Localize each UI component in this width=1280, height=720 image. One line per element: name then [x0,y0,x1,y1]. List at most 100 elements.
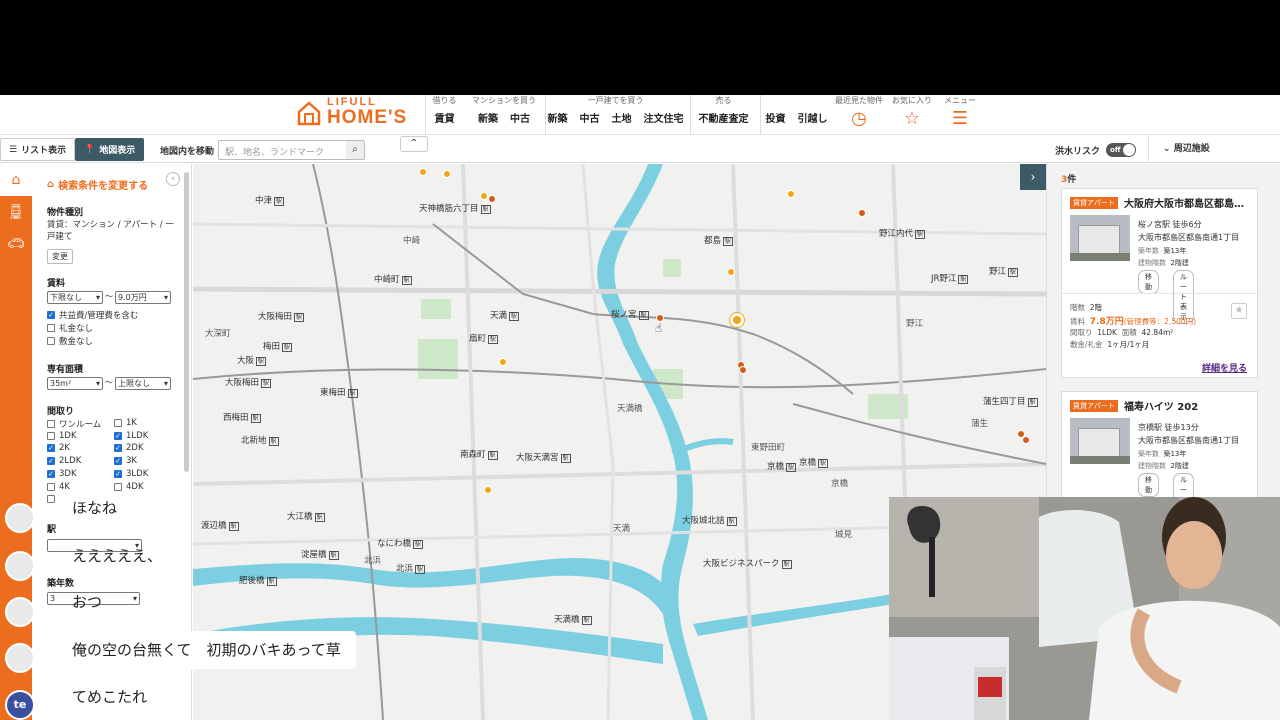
property-pin[interactable] [443,170,451,178]
nav-item-mansion-used[interactable]: 中古 [510,110,530,125]
nav-item-appraisal[interactable]: 不動産査定 [699,110,749,125]
include-fee-checkbox[interactable]: ✓ 共益費/管理費を含む [47,309,138,321]
property-pin[interactable] [739,366,747,374]
close-panel-icon[interactable]: ‹ [166,172,180,186]
age-label: 築年数 [1138,450,1159,458]
expand-results-button[interactable]: › [1020,164,1046,190]
map-label: 中崎 [403,236,421,246]
site-header: LIFULL HOME'S 借りる 賃貸 マンションを買う 新築 中古 一戸建てを… [0,95,1280,135]
property-title[interactable]: 福寿ハイツ 202 [1124,398,1254,413]
nearby-label: 周辺施設 [1173,144,1210,154]
no-key-money-checkbox[interactable]: 礼金なし [47,322,93,334]
checkbox-checked: ✓ [47,444,55,453]
filter-scrollbar[interactable] [184,172,189,472]
move-button[interactable]: 移動 [1138,270,1159,294]
layout-checkbox[interactable]: 1K [114,418,137,428]
nav-item-invest[interactable]: 投資 [766,110,786,125]
map-label: 京橋 [799,456,828,468]
property-title[interactable]: 大阪府大阪市都島区都島… [1124,195,1254,210]
property-pin[interactable] [727,268,735,276]
map-label: 大阪梅田 [258,310,304,322]
favorites-button[interactable]: お気に入り ☆ [892,95,932,130]
nav-item-house-new[interactable]: 新築 [548,110,568,125]
property-pin[interactable] [858,209,866,217]
recently-viewed-button[interactable]: 最近見た物件 ◷ [835,95,883,130]
map-label: 天満 [490,309,519,321]
checkbox [47,482,55,491]
property-pin-cluster[interactable] [730,313,744,327]
layout-checkbox[interactable]: ✓ 2K [47,443,70,453]
change-property-type-button[interactable]: 変更 [47,249,73,264]
car-icon[interactable]: 🚗︎ [0,228,32,260]
nav-caption: マンションを買う [472,96,536,105]
train-icon[interactable]: 🚆︎ [0,196,32,228]
site-logo[interactable]: LIFULL HOME'S [297,97,407,128]
chat-message: 俺の空の台無くて 初期のバキあって草 [57,631,356,669]
floor-value: 2階 [1089,303,1103,312]
area-min-select[interactable]: 35m² [47,377,103,390]
map-label: 城見 [835,530,853,540]
nav-caption: 借りる [432,96,457,105]
checkbox [47,431,55,440]
layout-extra-checkbox[interactable] [47,495,55,503]
nav-item-house-used[interactable]: 中古 [580,110,600,125]
rent-value: 7.8万円 [1089,317,1124,327]
checkbox [114,419,122,427]
favorite-star-icon[interactable]: ★ [1231,303,1247,319]
map-search-input[interactable]: 駅、地名、ランドマーク ⌕ [218,140,365,160]
no-deposit-checkbox[interactable]: 敷金なし [47,335,93,347]
chat-avatar [5,551,35,581]
property-pin[interactable] [480,192,488,200]
rent-max-select[interactable]: 9.0万円 [115,291,171,304]
logo-text-big: HOME'S [327,107,408,128]
home-icon[interactable]: ⌂ [0,164,32,196]
move-button[interactable]: 移動 [1138,473,1159,497]
property-pin[interactable] [499,358,507,366]
property-pin[interactable] [1022,436,1030,444]
map-label: 北浜 [396,562,425,574]
results-count: 3件 [1061,172,1076,185]
nav-item-mansion-new[interactable]: 新築 [478,110,498,125]
collapse-header-button[interactable]: ⌃ [400,136,428,152]
menu-button[interactable]: メニュー ☰ [940,95,980,130]
property-card[interactable]: 賃貸アパート 大阪府大阪市都島区都島… 桜ノ宮駅 徒歩6分 大阪市都島区都島南通… [1061,188,1258,378]
checkbox-label: ワンルーム [59,420,102,430]
nav-rent: 借りる 賃貸 [425,95,463,135]
property-photo[interactable] [1070,215,1130,261]
property-card[interactable]: 賃貸アパート 福寿ハイツ 202 京橋駅 徒歩13分 大阪市都島区都島南通1丁目… [1061,391,1258,527]
layout-checkbox[interactable]: ✓ 3LDK [114,469,148,479]
property-pin[interactable] [787,190,795,198]
layout-checkbox[interactable]: ✓ 3DK [47,469,77,479]
checkbox [47,495,55,503]
layout-checkbox[interactable]: ワンルーム [47,418,101,430]
webcam-overlay [889,497,1280,720]
map-label: なにわ橋 [377,537,423,549]
nav-item-custom-house[interactable]: 注文住宅 [644,110,684,125]
map-label: 京橋 [767,460,796,472]
property-pin[interactable] [484,486,492,494]
layout-checkbox[interactable]: ✓ 1LDK [114,431,148,441]
flood-risk-toggle[interactable]: off [1106,143,1137,157]
change-search-conditions[interactable]: ⌂ 検索条件を変更する [47,177,148,192]
nav-item-moving[interactable]: 引越し [798,110,828,125]
area-max-select[interactable]: 上限なし [115,377,171,390]
list-view-label: リスト表示 [21,146,67,156]
property-pin[interactable] [488,195,496,203]
view-details-link[interactable]: 詳細を見る [1202,361,1247,374]
layout-checkbox[interactable]: 1DK [47,431,77,441]
rent-min-select[interactable]: 下限なし [47,291,103,304]
property-type-badge: 賃貸アパート [1070,400,1118,412]
layout-checkbox[interactable]: ✓ 2DK [114,443,144,453]
nav-item-rent[interactable]: 賃貸 [435,110,455,125]
nearby-facilities-button[interactable]: ⌄ 周辺施設 [1148,135,1210,163]
list-view-button[interactable]: ☰ リスト表示 [0,138,76,161]
property-photo[interactable] [1070,418,1130,464]
layout-checkbox[interactable]: ✓ 3K [114,456,137,466]
property-type-value: 賃貸：マンション / アパート / 一戸建て [47,220,174,242]
map-view-button[interactable]: 📍 地図表示 [75,138,145,161]
property-pin[interactable] [419,168,427,176]
nav-item-land[interactable]: 土地 [612,110,632,125]
layout-checkbox[interactable]: ✓ 2LDK [47,456,81,466]
chat-avatar [5,597,35,627]
search-icon[interactable]: ⌕ [346,141,364,159]
